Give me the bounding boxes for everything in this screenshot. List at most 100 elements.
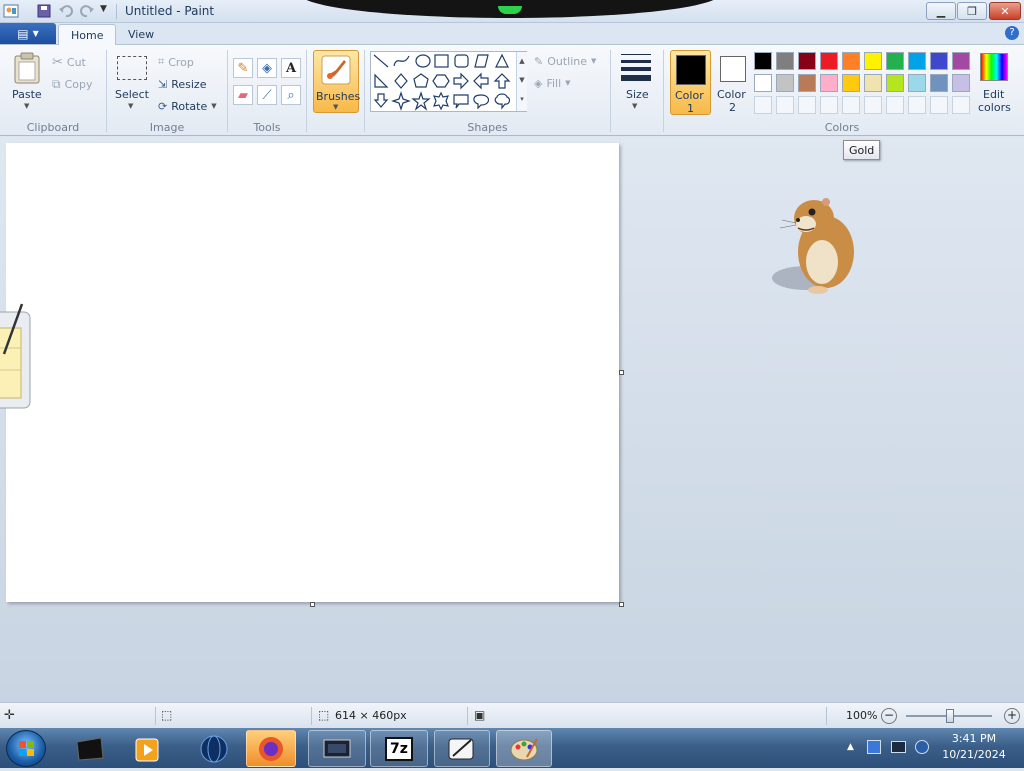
color2-button[interactable]: Color 2 [714,50,752,115]
palette-empty-swatch[interactable] [798,96,816,114]
rotate-button[interactable]: ⟳ Rotate ▼ [158,97,217,115]
restore-icon: ❐ [967,4,977,18]
palette-swatch[interactable] [798,52,816,70]
outline-button[interactable]: ✎ Outline ▼ [534,53,596,69]
resize-handle-bottom[interactable] [310,602,315,607]
palette-swatch[interactable] [908,74,926,92]
palette-empty-swatch[interactable] [930,96,948,114]
zoom-in-button[interactable]: + [1004,708,1020,724]
taskbar-app-paint[interactable] [496,730,552,767]
plus-icon: + [1006,708,1018,722]
zoom-slider-thumb[interactable] [946,709,954,723]
tray-display-icon[interactable] [891,741,906,753]
file-menu-button[interactable]: ▤ ▼ [0,23,56,44]
palette-swatch[interactable] [952,74,970,92]
hamster-pet-icon[interactable] [768,190,862,300]
fill-bucket-icon[interactable]: ◈ [257,58,277,78]
edit-colors-button[interactable]: Edit colors [977,50,1011,115]
shapes-group-label: Shapes [467,121,508,134]
palette-swatch[interactable] [864,74,882,92]
brushes-button[interactable]: Brushes ▼ [313,50,360,113]
color1-button[interactable]: Color 1 [670,50,711,115]
palette-empty-swatch[interactable] [820,96,838,114]
minimize-button[interactable]: ▁ [926,2,956,20]
paste-button[interactable]: Paste ▼ [8,48,46,116]
redo-icon[interactable] [79,3,95,19]
palette-empty-swatch[interactable] [886,96,904,114]
magnifier-icon[interactable]: ⌕ [281,85,301,105]
palette-empty-swatch[interactable] [864,96,882,114]
help-icon[interactable]: ? [1005,26,1019,40]
tray-sync-icon[interactable] [915,740,929,754]
palette-swatch[interactable] [864,52,882,70]
taskbar-app-terminal[interactable] [66,730,114,767]
palette-swatch[interactable] [842,52,860,70]
color-picker-icon[interactable]: ⟋ [257,85,277,105]
palette-swatch[interactable] [842,74,860,92]
terminal-icon [76,736,104,761]
save-icon[interactable] [36,3,52,19]
globe-icon [200,735,228,762]
copy-button[interactable]: ⧉ Copy [52,75,92,93]
palette-swatch[interactable] [776,74,794,92]
restore-button[interactable]: ❐ [957,2,987,20]
cut-button[interactable]: ✂ Cut [52,53,86,71]
palette-swatch[interactable] [754,74,772,92]
outline-dropdown-icon: ▼ [591,57,597,65]
customize-quick-access-icon[interactable]: ▼ [100,4,107,14]
ribbon: Paste ▼ ✂ Cut ⧉ Copy Clipboard Select ▼ ⌗ C… [0,45,1024,136]
undo-icon[interactable] [58,3,74,19]
paint-app-icon[interactable] [3,3,19,19]
palette-swatch[interactable] [886,74,904,92]
palette-swatch[interactable] [820,74,838,92]
show-hidden-icons[interactable]: ▲ [847,742,854,752]
palette-swatch[interactable] [952,52,970,70]
taskbar-app-screen[interactable] [308,730,366,767]
color1-number: 1 [687,102,694,115]
palette-empty-swatch[interactable] [754,96,772,114]
palette-swatch[interactable] [930,74,948,92]
six-point-star-shape-icon [433,91,449,111]
resize-handle-corner[interactable] [619,602,624,607]
palette-empty-swatch[interactable] [842,96,860,114]
resize-button[interactable]: ⇲ Resize [158,75,206,93]
taskbar-app-7zip[interactable]: 7z [370,730,428,767]
shapes-scroll[interactable]: ▲ ▼ ▾ [516,52,527,111]
close-button[interactable]: ✕ [989,2,1021,20]
taskbar-app-notes[interactable] [434,730,490,767]
palette-empty-swatch[interactable] [776,96,794,114]
fill-button[interactable]: ◈ Fill ▼ [534,75,571,91]
taskbar-clock[interactable]: 3:41 PM 10/21/2024 [936,731,1012,763]
resize-handle-right[interactable] [619,370,624,375]
size-label: Size [626,88,649,101]
text-tool-icon[interactable]: A [281,58,301,78]
start-button[interactable] [6,730,46,767]
palette-swatch[interactable] [754,52,772,70]
size-button[interactable]: Size ▼ [617,48,655,116]
zoom-out-button[interactable]: − [881,708,897,724]
pencil-tool-icon[interactable]: ✎ [233,58,253,78]
palette-swatch[interactable] [886,52,904,70]
media-player-icon [135,738,159,761]
palette-swatch[interactable] [798,74,816,92]
taskbar-app-firefox[interactable] [246,730,296,767]
eraser-icon[interactable]: ▰ [233,85,253,105]
status-divider [826,707,827,725]
select-button[interactable]: Select ▼ [113,48,151,116]
taskbar-app-media-player[interactable] [124,730,172,767]
sticky-notes-gadget-icon[interactable] [0,300,34,412]
tray-network-icon[interactable] [867,740,881,754]
crop-button[interactable]: ⌗ Crop [158,53,194,71]
palette-swatch[interactable] [908,52,926,70]
shapes-gallery[interactable]: ▲ ▼ ▾ [370,51,527,112]
palette-swatch[interactable] [930,52,948,70]
drawing-canvas[interactable] [6,143,619,602]
tab-view[interactable]: View [116,24,166,45]
palette-empty-swatch[interactable] [908,96,926,114]
windows-logo-icon [19,741,34,756]
taskbar-app-globe[interactable] [190,730,238,767]
palette-empty-swatch[interactable] [952,96,970,114]
palette-swatch[interactable] [776,52,794,70]
tab-home[interactable]: Home [58,24,117,45]
palette-swatch[interactable] [820,52,838,70]
